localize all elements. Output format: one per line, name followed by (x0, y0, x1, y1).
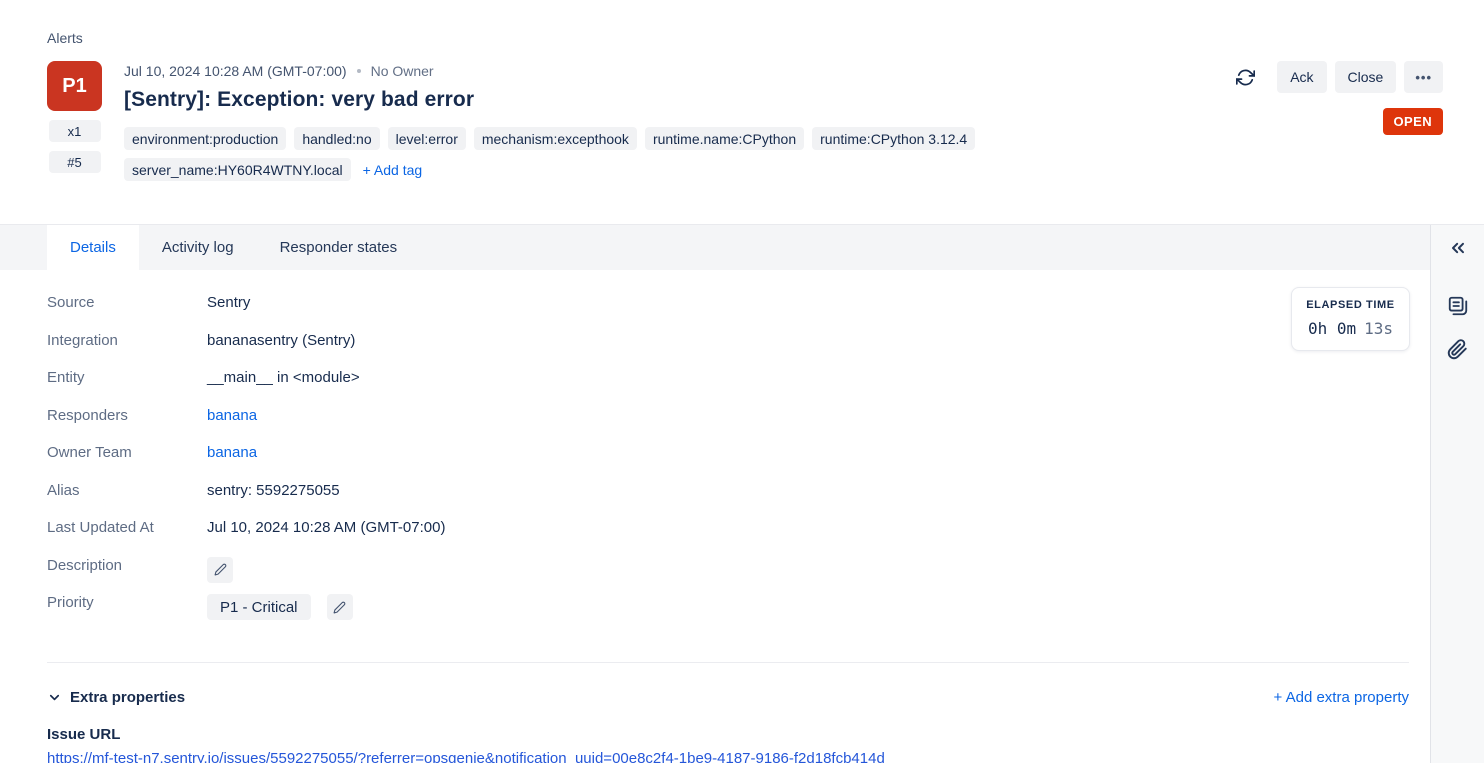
separator-dot (357, 69, 361, 73)
field-value: Jul 10, 2024 10:28 AM (GMT-07:00) (207, 517, 445, 536)
responders-link[interactable]: banana (207, 405, 257, 424)
add-tag-link[interactable]: + Add tag (363, 162, 423, 178)
details-panel: Source Sentry Integration bananasentry (… (0, 270, 1430, 763)
field-label: Source (47, 292, 207, 311)
alert-timestamp: Jul 10, 2024 10:28 AM (GMT-07:00) (124, 63, 347, 79)
tag[interactable]: handled:no (294, 127, 379, 150)
field-value: __main__ in <module> (207, 367, 360, 386)
notes-icon (1447, 295, 1469, 317)
field-row-description: Description (47, 555, 1409, 593)
owner-team-link[interactable]: banana (207, 442, 257, 461)
tag-list: environment:production handled:no level:… (124, 127, 1124, 181)
field-value: Sentry (207, 292, 250, 311)
field-label: Responders (47, 405, 207, 424)
alert-owner: No Owner (371, 63, 434, 79)
alert-actions: Ack Close ••• OPEN (1236, 61, 1443, 181)
priority-column: P1 x1 #5 (47, 61, 102, 181)
priority-value-badge: P1 - Critical (207, 594, 311, 620)
alert-number-badge: #5 (49, 151, 101, 173)
field-label: Priority (47, 592, 207, 611)
extra-properties-toggle[interactable]: Extra properties (47, 689, 185, 706)
collapse-sidebar-button[interactable] (1442, 232, 1474, 264)
tag[interactable]: runtime.name:CPython (645, 127, 804, 150)
field-row-alias: Alias sentry: 5592275055 (47, 480, 1409, 518)
field-row-responders: Responders banana (47, 405, 1409, 443)
issue-url-link[interactable]: https://mf-test-n7.sentry.io/issues/5592… (47, 750, 1387, 763)
extra-property-label: Issue URL (47, 726, 1409, 743)
field-row-priority: Priority P1 - Critical (47, 592, 1409, 630)
field-label: Description (47, 555, 207, 574)
pencil-icon (214, 563, 227, 576)
tag[interactable]: runtime:CPython 3.12.4 (812, 127, 975, 150)
close-button[interactable]: Close (1335, 61, 1397, 93)
alert-header: Alerts P1 x1 #5 Jul 10, 2024 10:28 AM (G… (0, 0, 1484, 224)
tab-bar: Details Activity log Responder states (0, 224, 1484, 270)
tag[interactable]: mechanism:excepthook (474, 127, 637, 150)
extra-properties-heading: Extra properties (70, 689, 185, 706)
add-extra-property-link[interactable]: + Add extra property (1274, 689, 1410, 706)
count-badge: x1 (49, 120, 101, 142)
field-label: Alias (47, 480, 207, 499)
field-label: Last Updated At (47, 517, 207, 536)
elapsed-seconds: 13s (1364, 319, 1393, 338)
field-label: Entity (47, 367, 207, 386)
right-sidebar (1430, 225, 1484, 763)
edit-description-button[interactable] (207, 557, 233, 583)
refresh-icon (1236, 68, 1255, 87)
field-value: sentry: 5592275055 (207, 480, 340, 499)
field-row-last-updated: Last Updated At Jul 10, 2024 10:28 AM (G… (47, 517, 1409, 555)
alert-summary: Jul 10, 2024 10:28 AM (GMT-07:00) No Own… (124, 61, 1236, 181)
tab-activity-log[interactable]: Activity log (139, 225, 257, 270)
more-options-button[interactable]: ••• (1404, 61, 1443, 93)
refresh-button[interactable] (1236, 68, 1255, 87)
field-row-entity: Entity __main__ in <module> (47, 367, 1409, 405)
tag[interactable]: environment:production (124, 127, 286, 150)
section-divider (47, 662, 1409, 663)
elapsed-time-card: ELAPSED TIME 0h 0m 13s (1291, 287, 1410, 351)
status-badge: OPEN (1383, 108, 1443, 135)
paperclip-icon (1447, 339, 1468, 360)
priority-badge: P1 (47, 61, 102, 111)
extra-property-item: Issue URL https://mf-test-n7.sentry.io/i… (47, 726, 1409, 763)
breadcrumb[interactable]: Alerts (47, 30, 1443, 46)
field-value: bananasentry (Sentry) (207, 330, 355, 349)
tab-responder-states[interactable]: Responder states (257, 225, 421, 270)
tag[interactable]: level:error (388, 127, 466, 150)
elapsed-time-title: ELAPSED TIME (1302, 299, 1399, 311)
chevron-down-icon (47, 690, 62, 705)
edit-priority-button[interactable] (327, 594, 353, 620)
field-label: Integration (47, 330, 207, 349)
field-row-source: Source Sentry (47, 292, 1409, 330)
tag[interactable]: server_name:HY60R4WTNY.local (124, 158, 351, 181)
alert-details-page: Alerts P1 x1 #5 Jul 10, 2024 10:28 AM (G… (0, 0, 1484, 763)
alert-title: [Sentry]: Exception: very bad error (124, 88, 1236, 112)
ack-button[interactable]: Ack (1277, 61, 1326, 93)
double-chevron-left-icon (1448, 238, 1468, 258)
elapsed-hours-minutes: 0h 0m (1308, 319, 1356, 338)
notes-button[interactable] (1442, 290, 1474, 322)
field-row-owner-team: Owner Team banana (47, 442, 1409, 480)
attachments-button[interactable] (1442, 333, 1474, 365)
pencil-icon (333, 601, 346, 614)
field-label: Owner Team (47, 442, 207, 461)
field-row-integration: Integration bananasentry (Sentry) (47, 330, 1409, 368)
tab-details[interactable]: Details (47, 225, 139, 270)
